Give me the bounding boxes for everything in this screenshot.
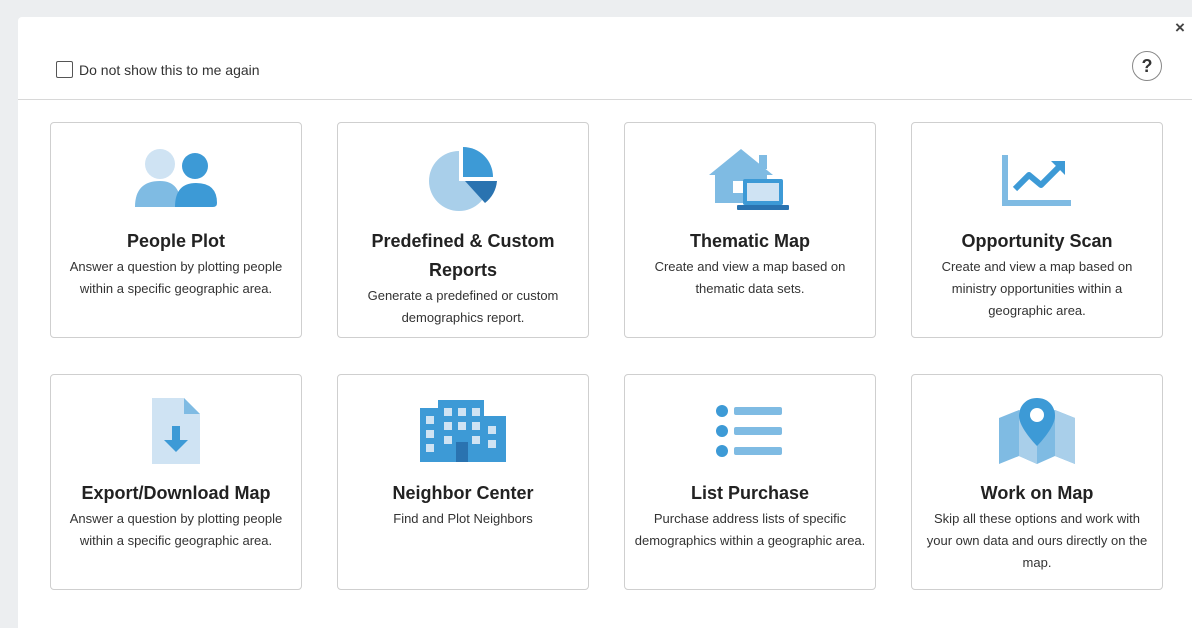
card-description: Answer a question by plotting people wit… [69,511,283,548]
card-work-on-map[interactable]: Work on Map Skip all these options and w… [911,374,1163,590]
card-title: Opportunity Scan [961,231,1113,251]
building-icon [338,399,588,463]
dont-show-again-option[interactable]: Do not show this to me again [56,61,260,78]
dont-show-label: Do not show this to me again [79,61,260,78]
card-description: Answer a question by plotting people wit… [69,259,283,296]
card-predefined-custom-reports[interactable]: Predefined & Custom Reports Generate a p… [337,122,589,338]
house-laptop-icon [625,147,875,211]
welcome-dialog: × Do not show this to me again ? People … [18,17,1192,628]
dont-show-checkbox[interactable] [56,61,73,78]
card-opportunity-scan[interactable]: Opportunity Scan Create and view a map b… [911,122,1163,338]
card-description: Skip all these options and work with you… [926,511,1148,570]
card-thematic-map[interactable]: Thematic Map Create and view a map based… [624,122,876,338]
card-list-purchase[interactable]: List Purchase Purchase address lists of … [624,374,876,590]
card-people-plot[interactable]: People Plot Answer a question by plottin… [50,122,302,338]
card-title: People Plot [126,231,225,251]
trend-chart-icon [912,147,1162,211]
card-title: Thematic Map [689,231,811,251]
help-button[interactable]: ? [1132,51,1162,81]
card-title: Neighbor Center [392,483,534,503]
card-description: Create and view a map based on ministry … [941,259,1133,318]
card-title: Export/Download Map [81,483,271,503]
header-divider [18,99,1192,100]
card-export-download-map[interactable]: Export/Download Map Answer a question by… [50,374,302,590]
card-description: Create and view a map based on thematic … [654,259,846,296]
card-neighbor-center[interactable]: Neighbor Center Find and Plot Neighbors [337,374,589,590]
card-description: Find and Plot Neighbors [393,511,533,526]
card-title: Predefined & Custom Reports [371,231,555,280]
people-icon [51,147,301,211]
list-icon [625,399,875,463]
map-pin-icon [912,398,1162,464]
pie-chart-icon [338,147,588,211]
close-icon[interactable]: × [1172,19,1188,37]
download-file-icon [51,398,301,464]
card-description: Purchase address lists of specific demog… [634,511,866,548]
card-title: List Purchase [690,483,810,503]
card-title: Work on Map [980,483,1094,503]
card-description: Generate a predefined or custom demograp… [367,288,559,325]
